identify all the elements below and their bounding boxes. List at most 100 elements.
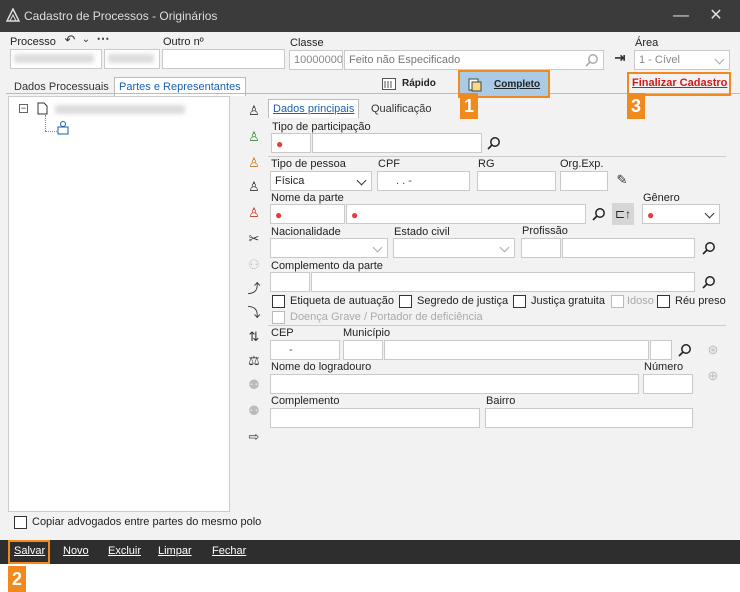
main-window: Processo ↶ ⌄ ⋯ Outro nº Classe 10000000 … xyxy=(0,31,740,540)
genero-label: Gênero xyxy=(643,192,680,204)
action-bar: Salvar Novo Excluir Limpar Fechar xyxy=(0,540,740,564)
remove-party-icon[interactable]: ✂ xyxy=(244,230,264,248)
tipo-participacao-code[interactable]: ● xyxy=(271,133,311,153)
nome-parte-code[interactable]: ● xyxy=(270,204,345,224)
nacionalidade-select[interactable] xyxy=(270,238,388,258)
import-icon[interactable]: ⇥ xyxy=(612,50,628,66)
doenca-label: Doença Grave / Portador de deficiência xyxy=(290,311,483,323)
numero-input[interactable] xyxy=(643,374,693,394)
classe-code-input[interactable]: 10000000 xyxy=(289,50,343,70)
search-icon[interactable] xyxy=(678,343,692,357)
map-icon: ⊕ xyxy=(707,368,719,383)
cpf-label: CPF xyxy=(378,158,400,170)
complemento-input[interactable] xyxy=(270,408,480,428)
cpf-input[interactable]: . . - xyxy=(377,171,470,191)
tipo-participacao-label: Tipo de participação xyxy=(272,121,371,133)
search-icon[interactable] xyxy=(702,275,716,289)
move-party-icon[interactable]: ⤴ xyxy=(244,280,264,298)
numero-label: Número xyxy=(644,361,684,373)
completo-label: Completo xyxy=(494,79,541,90)
copy-party-icon[interactable]: ⤵ xyxy=(244,304,264,322)
outro-label: Outro nº xyxy=(163,36,204,48)
search-icon[interactable] xyxy=(585,53,599,67)
reu-preso-checkbox[interactable] xyxy=(657,295,670,308)
chevron-down-icon[interactable]: ⌄ xyxy=(78,32,94,48)
cep-label: CEP xyxy=(271,327,294,339)
completo-icon xyxy=(468,78,482,92)
add-testemunha-icon[interactable]: ♙ xyxy=(244,204,264,222)
more-icon[interactable]: ⋯ xyxy=(95,31,111,47)
lawyer-icon[interactable]: ⚖ xyxy=(244,352,264,370)
add-party-terceiro-icon[interactable]: ♙ xyxy=(244,154,264,172)
area-select[interactable]: 1 - Cível xyxy=(634,50,730,70)
document-icon xyxy=(37,102,48,115)
orgexp-input[interactable] xyxy=(560,171,608,191)
finalizar-cadastro-link[interactable]: Finalizar Cadastro xyxy=(632,77,727,89)
add-party-passivo-icon[interactable]: ♙ xyxy=(244,128,264,146)
complemento-label: Complemento xyxy=(271,395,340,407)
limpar-button[interactable]: Limpar xyxy=(158,545,192,557)
estado-civil-select[interactable] xyxy=(393,238,515,258)
minimize-button[interactable]: — xyxy=(670,5,692,27)
party-icon[interactable] xyxy=(57,121,69,135)
search-icon[interactable] xyxy=(592,207,606,221)
salvar-button[interactable]: Salvar xyxy=(14,545,45,557)
estado-civil-label: Estado civil xyxy=(394,226,450,238)
add-party-ativo-icon[interactable]: ♙ xyxy=(244,102,264,120)
tab-dados-principais[interactable]: Dados principais xyxy=(268,99,360,118)
etiqueta-label: Etiqueta de autuação xyxy=(290,295,394,307)
tipo-participacao-input[interactable] xyxy=(312,133,482,153)
search-icon[interactable] xyxy=(702,241,716,255)
excluir-button[interactable]: Excluir xyxy=(108,545,141,557)
segredo-label: Segredo de justiça xyxy=(417,295,509,307)
link-party-icon: ⚇ xyxy=(248,257,260,272)
bairro-label: Bairro xyxy=(486,395,516,407)
marker-2: 2 xyxy=(8,566,26,592)
edit-icon[interactable]: ✎ xyxy=(614,172,630,188)
municipio-label: Município xyxy=(343,327,391,339)
copiar-advogados-checkbox[interactable] xyxy=(14,516,27,529)
classe-label: Classe xyxy=(290,37,324,49)
add-representante-icon[interactable]: ♙ xyxy=(244,178,264,196)
rg-input[interactable] xyxy=(477,171,556,191)
bairro-input[interactable] xyxy=(485,408,693,428)
orgexp-label: Org.Exp. xyxy=(560,158,604,170)
rapido-icon xyxy=(382,78,396,90)
marker-1: 1 xyxy=(460,93,478,119)
name-case-icon[interactable]: ⊏↑ xyxy=(612,203,634,225)
uf-input[interactable] xyxy=(650,340,672,360)
outro-input[interactable] xyxy=(162,49,285,69)
undo-icon[interactable]: ↶ xyxy=(62,32,78,48)
segredo-checkbox[interactable] xyxy=(399,295,412,308)
complemento-parte-code[interactable] xyxy=(270,272,310,292)
logradouro-label: Nome do logradouro xyxy=(271,361,372,373)
idoso-checkbox xyxy=(611,295,624,308)
search-icon[interactable] xyxy=(487,136,501,150)
profissao-input[interactable] xyxy=(562,238,695,258)
profissao-code[interactable] xyxy=(521,238,561,258)
parties-tree[interactable]: − xyxy=(8,96,230,512)
tab-qualificacao[interactable]: Qualificação xyxy=(367,100,436,118)
window-title: Cadastro de Processos - Originários xyxy=(24,9,218,23)
logradouro-input[interactable] xyxy=(270,374,639,394)
nome-parte-input[interactable]: ● xyxy=(346,204,586,224)
doenca-checkbox xyxy=(272,311,285,324)
fechar-button[interactable]: Fechar xyxy=(212,545,246,557)
tipo-pessoa-select[interactable]: Física xyxy=(270,171,372,191)
justica-gratuita-checkbox[interactable] xyxy=(513,295,526,308)
swap-polo-icon[interactable]: ⇅ xyxy=(244,328,264,346)
complemento-parte-input[interactable] xyxy=(311,272,695,292)
municipio-input[interactable] xyxy=(384,340,649,360)
classe-desc-input[interactable]: Feito não Especificado xyxy=(344,50,604,70)
etiqueta-checkbox[interactable] xyxy=(272,295,285,308)
municipio-code[interactable] xyxy=(343,340,383,360)
profissao-label: Profissão xyxy=(522,225,568,237)
close-button[interactable]: ✕ xyxy=(705,5,727,27)
cep-input[interactable]: - xyxy=(270,340,340,360)
exit-icon[interactable]: ⇨ xyxy=(244,428,264,446)
rapido-button[interactable]: Rápido xyxy=(402,78,436,89)
genero-select[interactable]: ● xyxy=(642,204,720,224)
novo-button[interactable]: Novo xyxy=(63,545,89,557)
justica-gratuita-label: Justiça gratuita xyxy=(531,295,605,307)
address-search-icon: ⊛ xyxy=(707,342,719,357)
